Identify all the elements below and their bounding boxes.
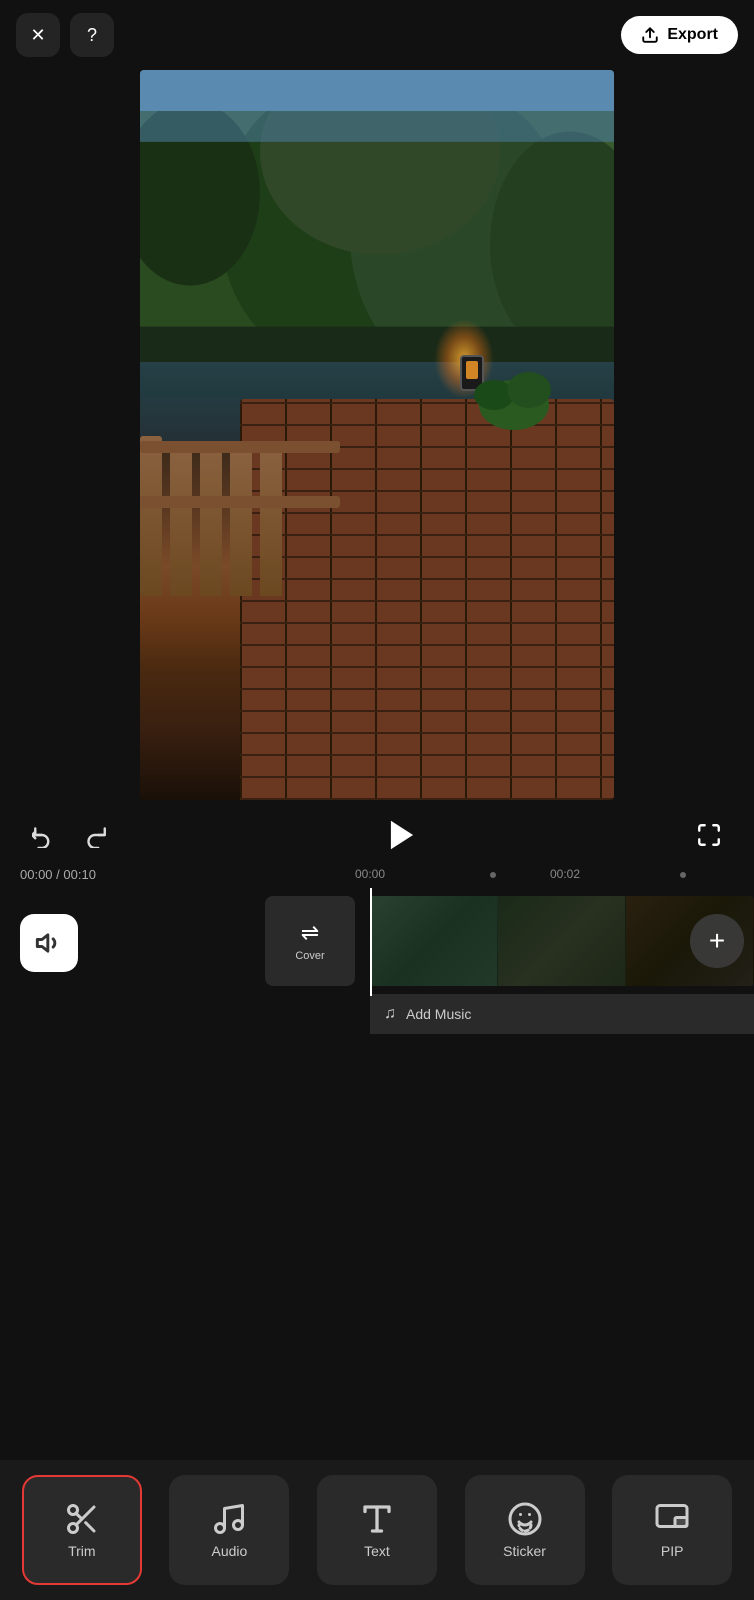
pip-icon <box>654 1501 690 1537</box>
scene-trees <box>140 70 614 399</box>
bottom-toolbar: Trim Audio Text Sticker P <box>0 1460 754 1600</box>
timeline-marker-00: 00:00 <box>355 867 385 881</box>
timeline-dot-2 <box>680 872 686 878</box>
add-music-row[interactable]: ♫ Add Music <box>370 994 754 1034</box>
help-button[interactable]: ? <box>70 13 114 57</box>
close-button[interactable]: ✕ <box>16 13 60 57</box>
volume-button[interactable] <box>20 914 78 972</box>
upload-icon <box>641 26 659 44</box>
tool-audio[interactable]: Audio <box>169 1475 289 1585</box>
fullscreen-button[interactable] <box>684 810 734 860</box>
audio-icon <box>211 1501 247 1537</box>
trim-icon <box>64 1501 100 1537</box>
video-preview <box>140 70 614 800</box>
redo-button[interactable] <box>70 810 120 860</box>
fence-post <box>200 441 222 596</box>
current-time-value: 00:00 <box>20 867 53 882</box>
help-icon: ? <box>87 25 97 46</box>
fence-post <box>230 448 252 596</box>
add-clip-icon: + <box>709 925 725 957</box>
header: ✕ ? Export <box>0 0 754 70</box>
playhead[interactable] <box>370 888 372 996</box>
video-background <box>140 70 614 800</box>
fence-post <box>140 436 162 596</box>
side-panel-left <box>0 70 140 800</box>
tool-pip[interactable]: PIP <box>612 1475 732 1585</box>
export-button[interactable]: Export <box>621 16 738 54</box>
pip-label: PIP <box>661 1543 684 1559</box>
timeline-marker-02: 00:02 <box>550 867 580 881</box>
close-icon: ✕ <box>30 25 45 46</box>
fence-post <box>170 446 192 596</box>
video-strip-segment-1 <box>370 896 498 986</box>
fence-post <box>260 444 282 596</box>
current-time: 00:00 / 00:10 <box>20 867 96 882</box>
fence <box>140 396 340 596</box>
undo-button[interactable] <box>20 810 70 860</box>
timeline-timecodes: 00:00 / 00:10 00:00 00:02 <box>0 860 754 888</box>
header-left: ✕ ? <box>16 13 114 57</box>
sticker-label: Sticker <box>503 1543 546 1559</box>
video-strip-segment-2 <box>498 896 626 986</box>
tool-text[interactable]: Text <box>317 1475 437 1585</box>
add-music-label: Add Music <box>406 1006 471 1022</box>
music-note-icon: ♫ <box>384 1005 396 1023</box>
trim-label: Trim <box>68 1543 95 1559</box>
cover-label: Cover <box>295 950 324 962</box>
text-icon <box>359 1501 395 1537</box>
timeline-section: 00:00 / 00:10 00:00 00:02 ⇌ Cover <box>0 860 754 1090</box>
sticker-icon <box>507 1501 543 1537</box>
play-icon <box>383 816 421 854</box>
undo-icon <box>32 822 58 848</box>
timeline-tracks: ⇌ Cover + ♫ Add Music <box>0 896 754 996</box>
add-clip-button[interactable]: + <box>690 914 744 968</box>
export-label: Export <box>667 26 718 44</box>
tool-trim[interactable]: Trim <box>22 1475 142 1585</box>
plant <box>474 355 554 435</box>
audio-label: Audio <box>211 1543 247 1559</box>
total-time-value: 00:10 <box>63 867 96 882</box>
cover-thumbnail[interactable]: ⇌ Cover <box>265 896 355 986</box>
text-label: Text <box>364 1543 390 1559</box>
redo-icon <box>82 822 108 848</box>
play-button[interactable] <box>308 808 496 862</box>
cover-icon: ⇌ <box>301 920 319 946</box>
side-panel-right <box>614 70 754 800</box>
fence-rail <box>140 496 340 508</box>
tool-sticker[interactable]: Sticker <box>465 1475 585 1585</box>
volume-icon <box>35 929 63 957</box>
timeline-dot-1 <box>490 872 496 878</box>
fullscreen-icon <box>696 822 722 848</box>
fence-rail <box>140 441 340 453</box>
